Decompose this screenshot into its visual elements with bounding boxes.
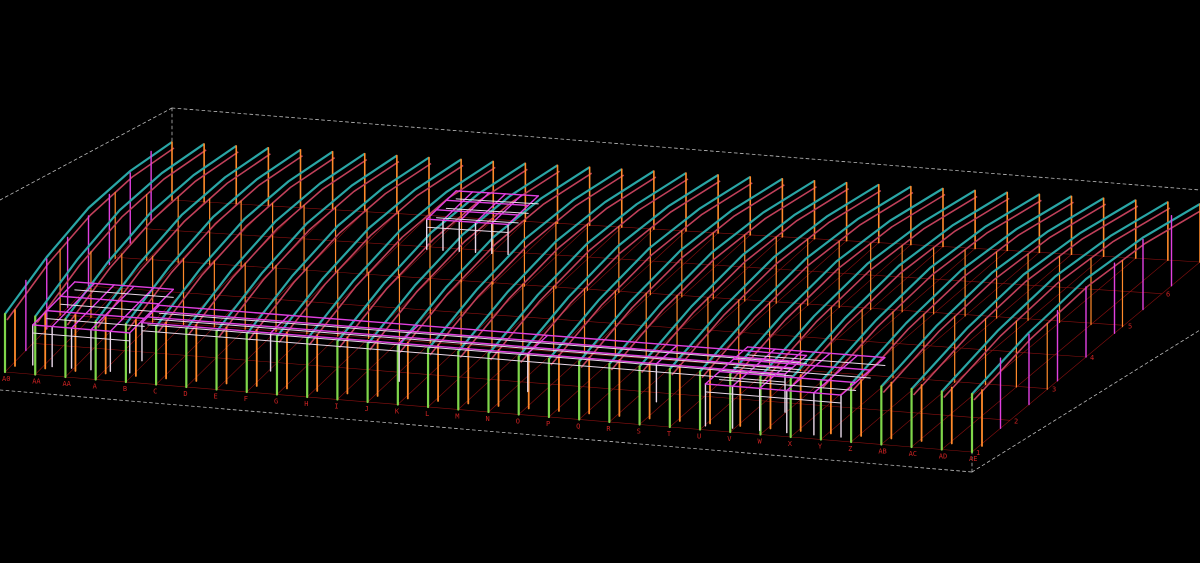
grid-label-front: AD (939, 453, 947, 461)
platform-rail (32, 332, 131, 342)
grid-label-front: R (606, 425, 611, 433)
grid-label-side: 1 (976, 449, 980, 457)
grid-label-side: 2 (1014, 417, 1018, 425)
grid-label-front: H (304, 400, 308, 408)
grid-label-front: E (214, 393, 218, 401)
grid-label-front: C (153, 388, 157, 396)
grid-label-front: A (93, 383, 98, 391)
grid-label-front: V (727, 435, 732, 443)
platform-right (704, 346, 886, 438)
grid-label-front: B (123, 385, 127, 393)
grid-label-front: Y (818, 443, 823, 451)
grid-label-front: Z (848, 445, 852, 453)
platform-beam (442, 191, 474, 221)
grid-label-side: 6 (1166, 291, 1170, 299)
platform-beam (152, 310, 801, 363)
grid-label-front: I (334, 403, 338, 411)
grid-label-front: P (546, 420, 550, 428)
grid-label-front: K (395, 408, 400, 416)
grid-label-front: G (274, 398, 278, 406)
structure-wireframe[interactable]: A0 AA AA A B C D E F G H I J K L M N O P Q R S T U V W X Y Z AB AC AD AE… (0, 0, 1200, 563)
portal-frames (3, 141, 1200, 454)
grid-label-front: X (788, 440, 793, 448)
3d-model-viewport[interactable]: A0 AA AA A B C D E F G H I J K L M N O P Q R S T U V W X Y Z AB AC AD AE… (0, 0, 1200, 563)
grid-label-front: O (516, 418, 520, 426)
grid-label-front: M (455, 413, 459, 421)
grid-label-front: A0 (2, 375, 10, 383)
platform-beam (474, 193, 507, 224)
grid-label-front: L (425, 410, 429, 418)
platform-beam (655, 344, 678, 365)
grid-label-front: AA (62, 380, 71, 388)
platform-walkway (141, 304, 808, 413)
grid-label-front: F (244, 395, 248, 403)
grid-label-side: 4 (1090, 354, 1094, 362)
platform-left (32, 281, 175, 374)
grid-label-side: 5 (1128, 322, 1132, 330)
grid-label-front: AC (909, 450, 917, 458)
grid-label-front: S (637, 428, 641, 436)
grid-label-front: AB (878, 448, 886, 456)
grid-label-front: T (667, 430, 672, 438)
rafter-inner (308, 166, 496, 346)
grid-label-side: 3 (1052, 386, 1056, 394)
grid-label-front: N (486, 415, 490, 423)
grid-label-front: W (757, 438, 762, 446)
platform-beam (32, 281, 76, 326)
grid-label-front: D (183, 390, 187, 398)
grid-label-front: Q (576, 423, 580, 431)
grid-label-front: U (697, 433, 701, 441)
grid-label-front: AA (32, 378, 41, 386)
grid-label-front: J (365, 405, 369, 413)
